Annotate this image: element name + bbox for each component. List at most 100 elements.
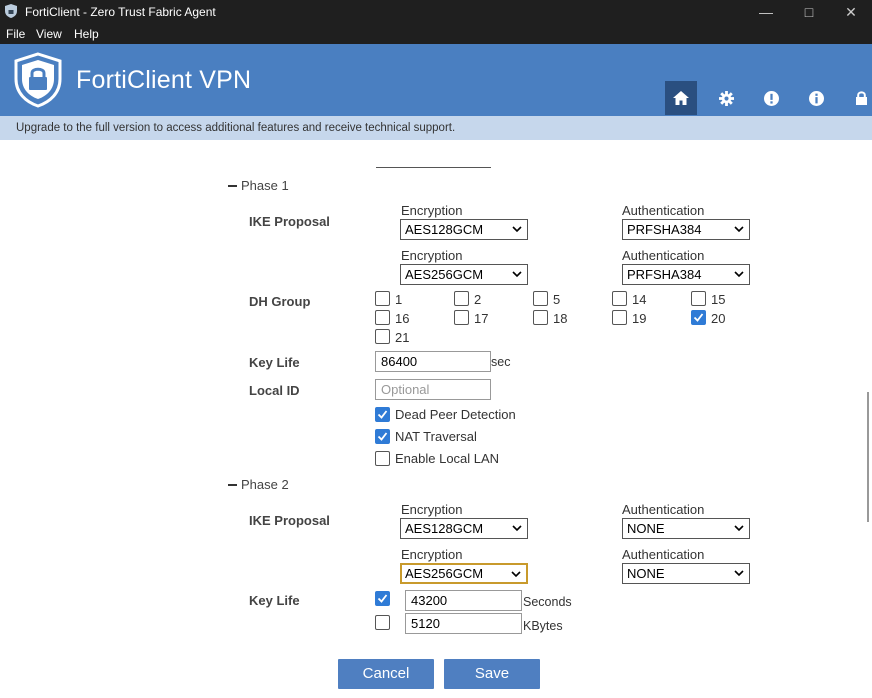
- checkmark-icon: [377, 432, 388, 441]
- upgrade-banner-text: Upgrade to the full version to access ad…: [16, 122, 456, 134]
- close-button[interactable]: ✕: [828, 0, 872, 24]
- upgrade-banner: Upgrade to the full version to access ad…: [0, 116, 872, 140]
- dh-group-checkbox-15[interactable]: [691, 291, 706, 306]
- select-value: AES256GCM: [405, 267, 484, 282]
- select-value: NONE: [627, 521, 665, 536]
- phase2-toggle[interactable]: Phase 2: [228, 477, 289, 492]
- phase2-authentication-select-1[interactable]: NONE: [622, 518, 750, 539]
- phase2-label: Phase 2: [241, 477, 289, 492]
- phase2-authentication-label-1: Authentication: [622, 502, 705, 517]
- phase1-authentication-label-2: Authentication: [622, 248, 705, 263]
- phase2-key-life-label: Key Life: [249, 593, 300, 608]
- select-value: AES256GCM: [405, 566, 484, 581]
- phase2-encryption-label-2: Encryption: [401, 547, 463, 562]
- input-placeholder: Optional: [381, 382, 430, 397]
- chevron-down-icon: [511, 571, 521, 578]
- checkmark-icon: [377, 594, 388, 603]
- dh-group-label-18: 18: [553, 311, 568, 326]
- lock-icon: [855, 91, 867, 105]
- dh-group-checkbox-5[interactable]: [533, 291, 548, 306]
- dh-group-checkbox-2[interactable]: [454, 291, 469, 306]
- dh-group-checkbox-21[interactable]: [375, 329, 390, 344]
- chevron-down-icon: [734, 570, 744, 577]
- phase1-key-life-label: Key Life: [249, 355, 300, 370]
- key-life-kbytes-checkbox[interactable]: [375, 615, 390, 630]
- phase1-toggle[interactable]: Phase 1: [228, 178, 289, 193]
- forticlient-app-icon: [5, 4, 17, 18]
- phase2-authentication-label-2: Authentication: [622, 547, 705, 562]
- title-bar: FortiClient - Zero Trust Fabric Agent — …: [0, 0, 872, 24]
- dh-group-label-20: 20: [711, 311, 726, 326]
- product-name: FortiClient VPN: [76, 66, 252, 94]
- key-life-seconds-checkbox[interactable]: [375, 591, 390, 606]
- vpn-settings-content: Phase 1 IKE Proposal Encryption AES128GC…: [0, 140, 872, 698]
- alert-icon: [763, 90, 779, 106]
- menu-help[interactable]: Help: [74, 27, 99, 41]
- save-button[interactable]: Save: [444, 659, 540, 689]
- dh-group-checkbox-16[interactable]: [375, 310, 390, 325]
- local-id-label: Local ID: [249, 383, 300, 398]
- input-value: 5120: [411, 616, 440, 631]
- separator-line: [376, 167, 491, 168]
- dead-peer-detection-checkbox[interactable]: [375, 407, 390, 422]
- dh-group-label-14: 14: [632, 292, 647, 307]
- menu-file[interactable]: File: [6, 27, 25, 41]
- checkmark-icon: [693, 313, 704, 322]
- notifications-nav-button[interactable]: [755, 81, 787, 115]
- dh-group-checkbox-18[interactable]: [533, 310, 548, 325]
- settings-nav-button[interactable]: [710, 81, 742, 115]
- phase1-key-life-input[interactable]: 86400: [375, 351, 491, 372]
- dh-group-checkbox-14[interactable]: [612, 291, 627, 306]
- enable-local-lan-checkbox[interactable]: [375, 451, 390, 466]
- phase1-encryption-label-1: Encryption: [401, 203, 463, 218]
- enable-local-lan-label: Enable Local LAN: [395, 451, 500, 466]
- key-life-seconds-input[interactable]: 43200: [405, 590, 522, 611]
- select-value: PRFSHA384: [627, 222, 702, 237]
- phase1-authentication-label-1: Authentication: [622, 203, 705, 218]
- phase1-authentication-select-1[interactable]: PRFSHA384: [622, 219, 750, 240]
- menu-view[interactable]: View: [36, 27, 62, 41]
- phase2-encryption-select-1[interactable]: AES128GCM: [400, 518, 528, 539]
- dh-group-label-1: 1: [395, 292, 403, 307]
- maximize-button[interactable]: □: [786, 0, 832, 24]
- collapse-icon: [228, 184, 237, 187]
- cancel-button[interactable]: Cancel: [338, 659, 434, 689]
- dh-group-label-17: 17: [474, 311, 489, 326]
- dead-peer-detection-label: Dead Peer Detection: [395, 407, 516, 422]
- chevron-down-icon: [512, 226, 522, 233]
- phase2-authentication-select-2[interactable]: NONE: [622, 563, 750, 584]
- nat-traversal-label: NAT Traversal: [395, 429, 477, 444]
- home-nav-button[interactable]: [665, 81, 697, 115]
- phase1-encryption-select-2[interactable]: AES256GCM: [400, 264, 528, 285]
- select-value: AES128GCM: [405, 222, 484, 237]
- dh-group-checkbox-19[interactable]: [612, 310, 627, 325]
- seconds-unit: Seconds: [523, 595, 572, 609]
- select-value: PRFSHA384: [627, 267, 702, 282]
- nat-traversal-checkbox[interactable]: [375, 429, 390, 444]
- phase1-encryption-select-1[interactable]: AES128GCM: [400, 219, 528, 240]
- local-id-input[interactable]: Optional: [375, 379, 491, 400]
- dh-group-checkbox-1[interactable]: [375, 291, 390, 306]
- minimize-button[interactable]: —: [743, 0, 789, 24]
- collapse-icon: [228, 483, 237, 486]
- phase1-label: Phase 1: [241, 178, 289, 193]
- about-nav-button[interactable]: [800, 81, 832, 115]
- key-life-unit: sec: [491, 355, 511, 369]
- key-life-kbytes-input[interactable]: 5120: [405, 613, 522, 634]
- home-icon: [673, 91, 689, 105]
- phase1-authentication-select-2[interactable]: PRFSHA384: [622, 264, 750, 285]
- menu-bar: File View Help: [0, 24, 872, 44]
- chevron-down-icon: [734, 271, 744, 278]
- lock-nav-button[interactable]: [845, 81, 872, 115]
- dh-group-label-5: 5: [553, 292, 561, 307]
- phase2-encryption-select-2[interactable]: AES256GCM: [400, 563, 528, 584]
- scrollbar-thumb[interactable]: [867, 392, 869, 522]
- dh-group-checkbox-20[interactable]: [691, 310, 706, 325]
- dh-group-label-19: 19: [632, 311, 647, 326]
- input-value: 43200: [411, 593, 448, 608]
- select-value: AES128GCM: [405, 521, 484, 536]
- input-value: 86400: [381, 354, 418, 369]
- phase1-encryption-label-2: Encryption: [401, 248, 463, 263]
- dh-group-checkbox-17[interactable]: [454, 310, 469, 325]
- dh-group-label-21: 21: [395, 330, 410, 345]
